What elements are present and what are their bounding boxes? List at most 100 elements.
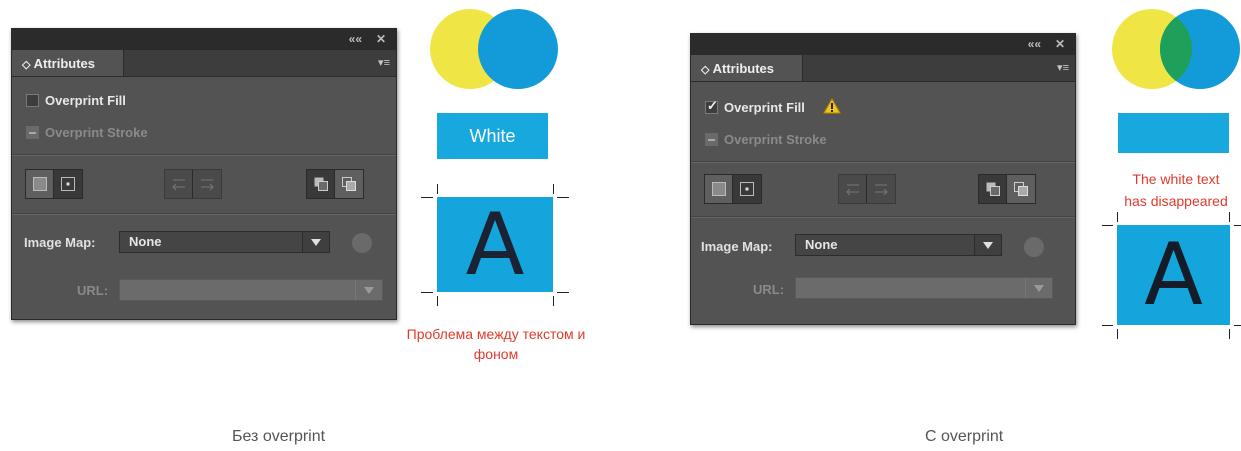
checkbox-box[interactable]	[26, 94, 39, 107]
letter-a: A	[1144, 225, 1203, 325]
dropdown-arrow-icon[interactable]	[302, 232, 329, 252]
direction-group	[164, 169, 222, 199]
right-direction-button	[193, 170, 221, 198]
blue-circle	[478, 9, 558, 89]
arrow-left-icon	[171, 179, 185, 191]
arrow-right-icon	[875, 184, 888, 196]
tab-attributes[interactable]: ◇ Attributes	[12, 50, 124, 76]
panel-menu-icon[interactable]: ▾≡	[378, 56, 390, 69]
overprint-stroke-checkbox: Overprint Stroke	[705, 132, 827, 147]
url-input[interactable]	[119, 279, 383, 301]
overprint-fill-label: Overprint Fill	[724, 100, 805, 115]
stacking-group	[306, 169, 364, 199]
bring-front-button[interactable]	[307, 170, 335, 198]
arrow-right-icon	[201, 179, 214, 191]
overprint-stroke-label: Overprint Stroke	[45, 125, 148, 140]
overprint-fill-checkbox[interactable]: ✓ Overprint Fill	[705, 98, 841, 115]
crop-mark	[553, 296, 554, 306]
url-input[interactable]	[795, 277, 1053, 299]
close-icon[interactable]: ✕	[376, 32, 386, 46]
overlap-front-icon	[986, 182, 1000, 196]
crop-mark	[557, 197, 569, 198]
checkbox-disabled	[705, 133, 718, 146]
letter-artwork-with-overprint: A	[1117, 225, 1230, 325]
crop-mark	[437, 296, 438, 306]
stacking-group	[978, 174, 1036, 204]
send-back-button[interactable]	[335, 170, 363, 198]
crop-mark	[553, 184, 554, 194]
note-line-2: has disappeared	[1124, 193, 1228, 209]
image-map-select[interactable]: None	[119, 231, 330, 253]
panel-tabbar: ◇ Attributes ▾≡	[12, 50, 396, 77]
overlap-back-icon	[342, 177, 356, 191]
crop-mark	[557, 292, 569, 293]
attributes-panel-without-overprint: «« ✕ ◇ Attributes ▾≡ Overprint Fill Over…	[11, 28, 397, 320]
globe-icon[interactable]	[352, 233, 372, 253]
disappeared-note: The white text has disappeared	[1111, 168, 1241, 212]
overprint-fill-checkbox[interactable]: Overprint Fill	[26, 93, 126, 108]
crop-mark	[1234, 325, 1241, 326]
white-text-swatch: White	[437, 113, 548, 159]
crop-mark	[421, 292, 433, 293]
crop-mark	[1229, 212, 1230, 222]
overlap-back-icon	[1014, 182, 1028, 196]
url-dropdown-arrow-icon[interactable]	[355, 280, 382, 300]
url-dropdown-arrow-icon[interactable]	[1025, 278, 1052, 298]
overlap-front-icon	[314, 177, 328, 191]
divider	[12, 213, 396, 215]
dropdown-arrow-icon[interactable]	[974, 235, 1001, 255]
tab-chevron-icon: ◇	[22, 59, 31, 71]
url-label: URL:	[753, 282, 785, 297]
crop-mark	[1117, 212, 1118, 222]
panel-tabbar: ◇ Attributes ▾≡	[691, 55, 1075, 82]
rectangle-shape-button[interactable]	[705, 175, 733, 203]
tab-attributes[interactable]: ◇ Attributes	[691, 55, 803, 81]
point-shape-button[interactable]	[54, 170, 82, 198]
url-label: URL:	[77, 283, 109, 298]
image-map-shape-group	[25, 169, 83, 199]
overprint-fill-label: Overprint Fill	[45, 93, 126, 108]
image-map-label: Image Map:	[701, 239, 773, 254]
tab-label: Attributes	[712, 61, 774, 76]
crop-mark	[1234, 225, 1241, 226]
color-circles-with-overprint	[1112, 9, 1240, 89]
collapse-icon[interactable]: ««	[1028, 37, 1041, 51]
checkbox-disabled	[26, 126, 39, 139]
panel-menu-icon[interactable]: ▾≡	[1057, 61, 1069, 74]
dot-square-icon	[61, 177, 75, 191]
image-map-select[interactable]: None	[795, 234, 1002, 256]
caption-with-overprint: С overprint	[925, 428, 1004, 445]
problem-note: Проблема между текстом и фоном	[406, 326, 586, 362]
crop-mark	[437, 184, 438, 194]
image-map-shape-group	[704, 174, 762, 204]
point-shape-button[interactable]	[733, 175, 761, 203]
divider	[12, 154, 396, 156]
left-direction-button	[839, 175, 867, 203]
left-direction-button	[165, 170, 193, 198]
note-line-1: The white text	[1132, 171, 1220, 187]
tab-chevron-icon: ◇	[701, 64, 710, 76]
close-icon[interactable]: ✕	[1055, 37, 1065, 51]
caption-without-overprint: Без overprint	[232, 428, 326, 445]
crop-mark	[1229, 329, 1230, 339]
globe-icon[interactable]	[1024, 237, 1044, 257]
checkmark-icon: ✓	[707, 98, 718, 113]
rectangle-shape-button[interactable]	[26, 170, 54, 198]
right-direction-button	[867, 175, 895, 203]
warning-icon[interactable]	[822, 98, 841, 114]
bring-front-button[interactable]	[979, 175, 1007, 203]
letter-artwork-without-overprint: A	[437, 197, 553, 292]
send-back-button[interactable]	[1007, 175, 1035, 203]
checkbox-box[interactable]: ✓	[705, 98, 718, 114]
image-map-label: Image Map:	[24, 235, 96, 250]
panel-titlebar: «« ✕	[12, 29, 396, 50]
crop-mark	[1102, 325, 1113, 326]
arrow-left-icon	[845, 184, 859, 196]
overprint-stroke-label: Overprint Stroke	[724, 132, 827, 147]
image-map-value: None	[805, 237, 838, 252]
tab-label: Attributes	[33, 56, 95, 71]
collapse-icon[interactable]: ««	[349, 32, 362, 46]
color-circles-without-overprint	[430, 9, 558, 89]
crop-mark	[1102, 225, 1113, 226]
direction-group	[838, 174, 896, 204]
